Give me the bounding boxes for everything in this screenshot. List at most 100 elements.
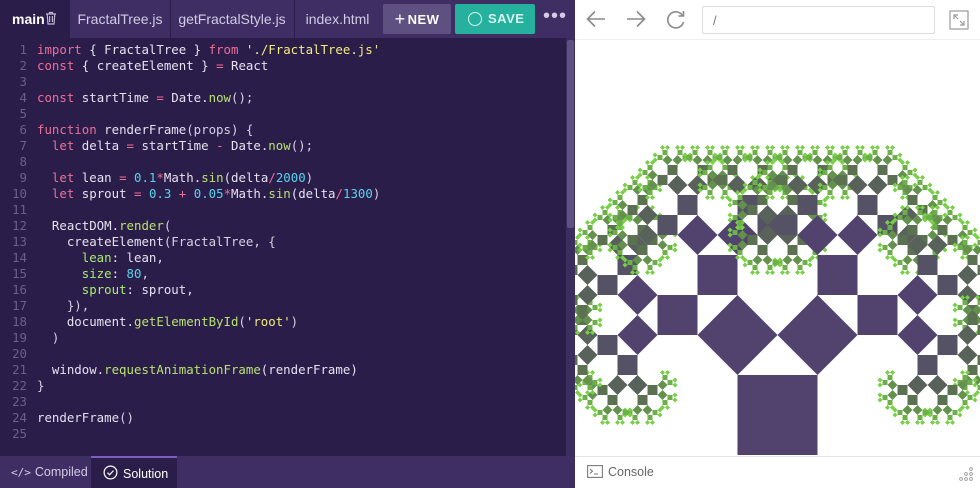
tree-branch bbox=[860, 145, 865, 150]
tree-branch bbox=[615, 420, 620, 425]
tree-branch bbox=[727, 165, 738, 175]
tab-fractaltree-js[interactable]: FractalTree.js bbox=[70, 0, 170, 38]
new-file-button[interactable]: + NEW bbox=[383, 4, 451, 34]
tree-branch bbox=[702, 170, 708, 175]
arrow-left-icon[interactable] bbox=[584, 8, 608, 30]
tree-branch bbox=[842, 165, 848, 170]
url-field[interactable] bbox=[702, 6, 935, 34]
editor-scrollbar-thumb[interactable] bbox=[567, 40, 574, 228]
tree-branch bbox=[822, 202, 828, 208]
code-line: 15 size: 80, bbox=[0, 266, 565, 282]
tree-branch bbox=[592, 305, 598, 310]
code-line: 1 import { FractalTree } from './FractalT… bbox=[0, 42, 565, 58]
tree-branch bbox=[587, 250, 593, 255]
tree-branch bbox=[782, 265, 788, 270]
tree-branch bbox=[612, 215, 618, 220]
tree-branch bbox=[917, 210, 923, 215]
tree-branch bbox=[672, 242, 678, 248]
code-editor[interactable]: 1 import { FractalTree } from './FractalT… bbox=[0, 38, 575, 456]
tree-branch bbox=[607, 197, 613, 203]
tree-branch bbox=[742, 262, 748, 268]
tree-branch bbox=[647, 190, 653, 195]
tree-branch bbox=[972, 397, 978, 403]
tab-solution-label: Solution bbox=[123, 467, 169, 481]
line-number: 19 bbox=[12, 330, 27, 345]
save-button[interactable]: SAVE bbox=[455, 4, 535, 34]
tree-branch bbox=[867, 155, 873, 160]
tree-branch bbox=[747, 260, 753, 265]
tree-branch bbox=[902, 180, 908, 185]
tree-branch bbox=[597, 377, 603, 383]
tree-branch bbox=[720, 145, 725, 150]
tree-branch bbox=[887, 150, 893, 155]
more-options-button[interactable]: ••• bbox=[543, 6, 567, 29]
console-label: Console bbox=[608, 465, 654, 479]
tree-branch bbox=[622, 182, 628, 188]
tree-branch bbox=[582, 230, 588, 235]
tree-branch bbox=[807, 155, 813, 160]
more-icon: ••• bbox=[543, 5, 568, 27]
tree-branch bbox=[947, 385, 958, 395]
tree-branch bbox=[952, 215, 958, 220]
tree-branch bbox=[750, 145, 755, 150]
tree-branch bbox=[707, 150, 713, 155]
tree-branch bbox=[667, 245, 673, 250]
fractal-tree bbox=[575, 145, 980, 455]
save-button-label: SAVE bbox=[488, 11, 525, 26]
tree-branch bbox=[732, 245, 738, 250]
tree-branch bbox=[905, 160, 910, 165]
expand-icon[interactable] bbox=[949, 10, 969, 30]
tree-branch bbox=[627, 205, 638, 215]
code-text: const { createElement } = React bbox=[37, 58, 269, 73]
tree-branch bbox=[950, 420, 955, 425]
tree-branch bbox=[752, 180, 758, 185]
tree-branch bbox=[627, 260, 633, 265]
tree-branch bbox=[632, 415, 638, 420]
tree-branch bbox=[617, 275, 658, 315]
resize-grip-icon[interactable] bbox=[958, 466, 974, 482]
tree-branch bbox=[637, 167, 643, 173]
tree-branch bbox=[787, 245, 798, 255]
tree-branch bbox=[897, 385, 908, 395]
tree-branch bbox=[817, 255, 858, 295]
tree-branch bbox=[577, 345, 598, 365]
tree-branch bbox=[847, 165, 858, 175]
code-line: 3 bbox=[0, 74, 565, 90]
tree-branch bbox=[885, 370, 890, 375]
tree-branch bbox=[952, 410, 958, 415]
tree-branch bbox=[920, 420, 925, 425]
tree-branch bbox=[892, 262, 898, 268]
tree-branch bbox=[972, 245, 980, 255]
tree-branch bbox=[935, 190, 940, 195]
console-bar[interactable]: Console bbox=[575, 456, 980, 488]
reload-icon[interactable] bbox=[664, 8, 688, 30]
tree-branch bbox=[892, 412, 898, 418]
tree-branch bbox=[927, 182, 933, 188]
arrow-right-icon[interactable] bbox=[624, 8, 648, 30]
tree-branch bbox=[897, 235, 908, 245]
tree-branch bbox=[635, 420, 640, 425]
tree-branch bbox=[817, 200, 823, 205]
tree-branch bbox=[900, 195, 905, 200]
tree-branch bbox=[637, 245, 648, 255]
tab-index-html[interactable]: index.html bbox=[294, 0, 381, 38]
tree-branch bbox=[705, 195, 710, 200]
tree-branch bbox=[620, 420, 625, 425]
tree-branch bbox=[612, 245, 618, 250]
tree-branch bbox=[952, 247, 958, 253]
tree-branch bbox=[872, 150, 878, 155]
tree-branch bbox=[762, 255, 773, 265]
tree-branch bbox=[627, 215, 633, 220]
tree-branch bbox=[770, 270, 775, 275]
tree-branch bbox=[647, 415, 653, 420]
tab-main[interactable]: main bbox=[0, 0, 70, 38]
tab-compiled[interactable]: </> Compiled bbox=[0, 456, 91, 488]
trash-icon[interactable] bbox=[45, 11, 57, 25]
code-line: 6 function renderFrame(props) { bbox=[0, 122, 565, 138]
tab-solution[interactable]: Solution bbox=[91, 456, 177, 488]
tree-branch bbox=[952, 317, 958, 323]
tree-branch bbox=[650, 420, 655, 425]
tree-branch bbox=[827, 150, 833, 155]
tree-branch bbox=[607, 395, 618, 405]
tab-getfractalstyle-js[interactable]: getFractalStyle.js bbox=[170, 0, 294, 38]
